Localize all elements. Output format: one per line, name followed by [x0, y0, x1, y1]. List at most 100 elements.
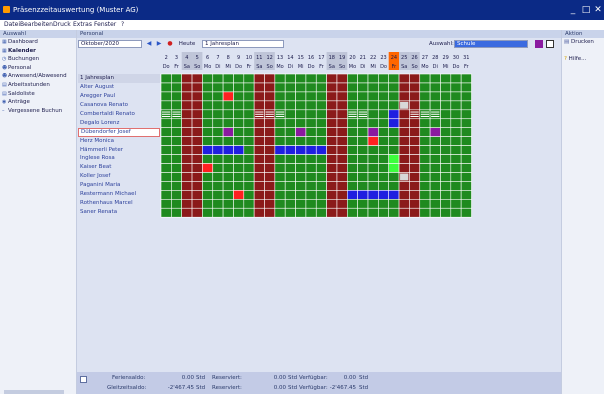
- calendar-cell[interactable]: [336, 154, 348, 164]
- calendar-cell[interactable]: [305, 145, 317, 155]
- calendar-cell[interactable]: [398, 163, 410, 173]
- calendar-cell[interactable]: [243, 172, 255, 182]
- calendar-cell[interactable]: [409, 100, 421, 111]
- calendar-cell[interactable]: [171, 172, 182, 182]
- calendar-cell[interactable]: [212, 118, 224, 128]
- calendar-cell[interactable]: [450, 100, 462, 111]
- calendar-cell[interactable]: [243, 199, 255, 209]
- calendar-cell[interactable]: [450, 82, 462, 93]
- calendar-cell[interactable]: [264, 145, 276, 155]
- calendar-cell[interactable]: [450, 172, 462, 182]
- calendar-cell[interactable]: [346, 172, 358, 182]
- calendar-cell[interactable]: [378, 172, 390, 182]
- calendar-cell[interactable]: [398, 73, 410, 84]
- calendar-cell[interactable]: [409, 207, 421, 218]
- settings-icon[interactable]: [546, 40, 554, 48]
- calendar-cell[interactable]: [160, 127, 172, 137]
- calendar-cell[interactable]: [429, 145, 441, 155]
- calendar-cell[interactable]: [264, 118, 276, 128]
- calendar-cell[interactable]: [326, 181, 338, 191]
- calendar-cell[interactable]: [171, 118, 182, 128]
- calendar-cell[interactable]: [336, 199, 348, 209]
- calendar-cell[interactable]: [367, 136, 379, 146]
- calendar-cell[interactable]: [346, 181, 358, 191]
- calendar-cell[interactable]: [429, 199, 441, 209]
- calendar-cell[interactable]: [419, 73, 431, 84]
- calendar-cell[interactable]: [357, 118, 369, 128]
- calendar-cell[interactable]: [315, 199, 327, 209]
- calendar-cell[interactable]: [450, 154, 462, 164]
- calendar-cell[interactable]: [212, 100, 224, 111]
- calendar-cell[interactable]: [284, 136, 296, 146]
- calendar-cell[interactable]: [398, 82, 410, 93]
- calendar-cell[interactable]: [388, 136, 400, 146]
- calendar-cell[interactable]: [315, 163, 327, 173]
- calendar-cell[interactable]: [357, 136, 369, 146]
- calendar-cell[interactable]: [160, 207, 172, 218]
- calendar-cell[interactable]: [171, 207, 182, 218]
- calendar-cell[interactable]: [222, 163, 234, 173]
- calendar-cell[interactable]: [202, 127, 214, 137]
- calendar-cell[interactable]: [440, 127, 452, 137]
- sidebar-item-1[interactable]: ▦Kalender: [0, 47, 76, 56]
- calendar-cell[interactable]: [253, 100, 265, 111]
- calendar-cell[interactable]: [160, 190, 172, 200]
- calendar-cell[interactable]: [295, 163, 307, 173]
- calendar-cell[interactable]: [253, 181, 265, 191]
- calendar-cell[interactable]: [388, 109, 400, 120]
- calendar-cell[interactable]: [398, 154, 410, 164]
- calendar-cell[interactable]: [440, 100, 452, 111]
- calendar-cell[interactable]: [378, 199, 390, 209]
- calendar-cell[interactable]: [367, 91, 379, 102]
- calendar-cell[interactable]: [305, 163, 317, 173]
- calendar-cell[interactable]: [450, 190, 462, 200]
- calendar-cell[interactable]: [202, 82, 214, 93]
- calendar-cell[interactable]: [181, 100, 193, 111]
- calendar-cell[interactable]: [367, 127, 379, 137]
- calendar-cell[interactable]: [336, 207, 348, 218]
- calendar-cell[interactable]: [367, 199, 379, 209]
- calendar-cell[interactable]: [191, 145, 203, 155]
- calendar-cell[interactable]: [450, 91, 462, 102]
- calendar-cell[interactable]: [295, 207, 307, 218]
- calendar-cell[interactable]: [429, 190, 441, 200]
- calendar-cell[interactable]: [253, 154, 265, 164]
- calendar-cell[interactable]: [315, 118, 327, 128]
- calendar-cell[interactable]: [429, 73, 441, 84]
- color-swatch[interactable]: [535, 40, 543, 48]
- calendar-cell[interactable]: [222, 145, 234, 155]
- calendar-cell[interactable]: [233, 207, 245, 218]
- calendar-cell[interactable]: [419, 127, 431, 137]
- calendar-cell[interactable]: [378, 127, 390, 137]
- calendar-cell[interactable]: [357, 199, 369, 209]
- calendar-cell[interactable]: [191, 100, 203, 111]
- calendar-cell[interactable]: [346, 91, 358, 102]
- calendar-cell[interactable]: [305, 91, 317, 102]
- calendar-cell[interactable]: [419, 82, 431, 93]
- calendar-cell[interactable]: [284, 73, 296, 84]
- calendar-cell[interactable]: [398, 145, 410, 155]
- calendar-cell[interactable]: [284, 207, 296, 218]
- calendar-cell[interactable]: [233, 136, 245, 146]
- calendar-cell[interactable]: [367, 172, 379, 182]
- sidebar-item-6[interactable]: ▤Saldoliste: [0, 90, 76, 99]
- calendar-cell[interactable]: [326, 172, 338, 182]
- calendar-cell[interactable]: [243, 109, 255, 120]
- calendar-cell[interactable]: [191, 190, 203, 200]
- calendar-cell[interactable]: [222, 136, 234, 146]
- calendar-cell[interactable]: [233, 181, 245, 191]
- calendar-cell[interactable]: [160, 154, 172, 164]
- calendar-cell[interactable]: [295, 73, 307, 84]
- calendar-cell[interactable]: [305, 100, 317, 111]
- calendar-cell[interactable]: [388, 154, 400, 164]
- calendar-cell[interactable]: [171, 73, 182, 84]
- calendar-cell[interactable]: [264, 207, 276, 218]
- calendar-cell[interactable]: [419, 207, 431, 218]
- calendar-cell[interactable]: [398, 118, 410, 128]
- calendar-cell[interactable]: [284, 127, 296, 137]
- menu-extras[interactable]: Extras: [73, 21, 92, 28]
- calendar-cell[interactable]: [429, 154, 441, 164]
- calendar-cell[interactable]: [171, 136, 182, 146]
- calendar-cell[interactable]: [367, 207, 379, 218]
- calendar-cell[interactable]: [233, 154, 245, 164]
